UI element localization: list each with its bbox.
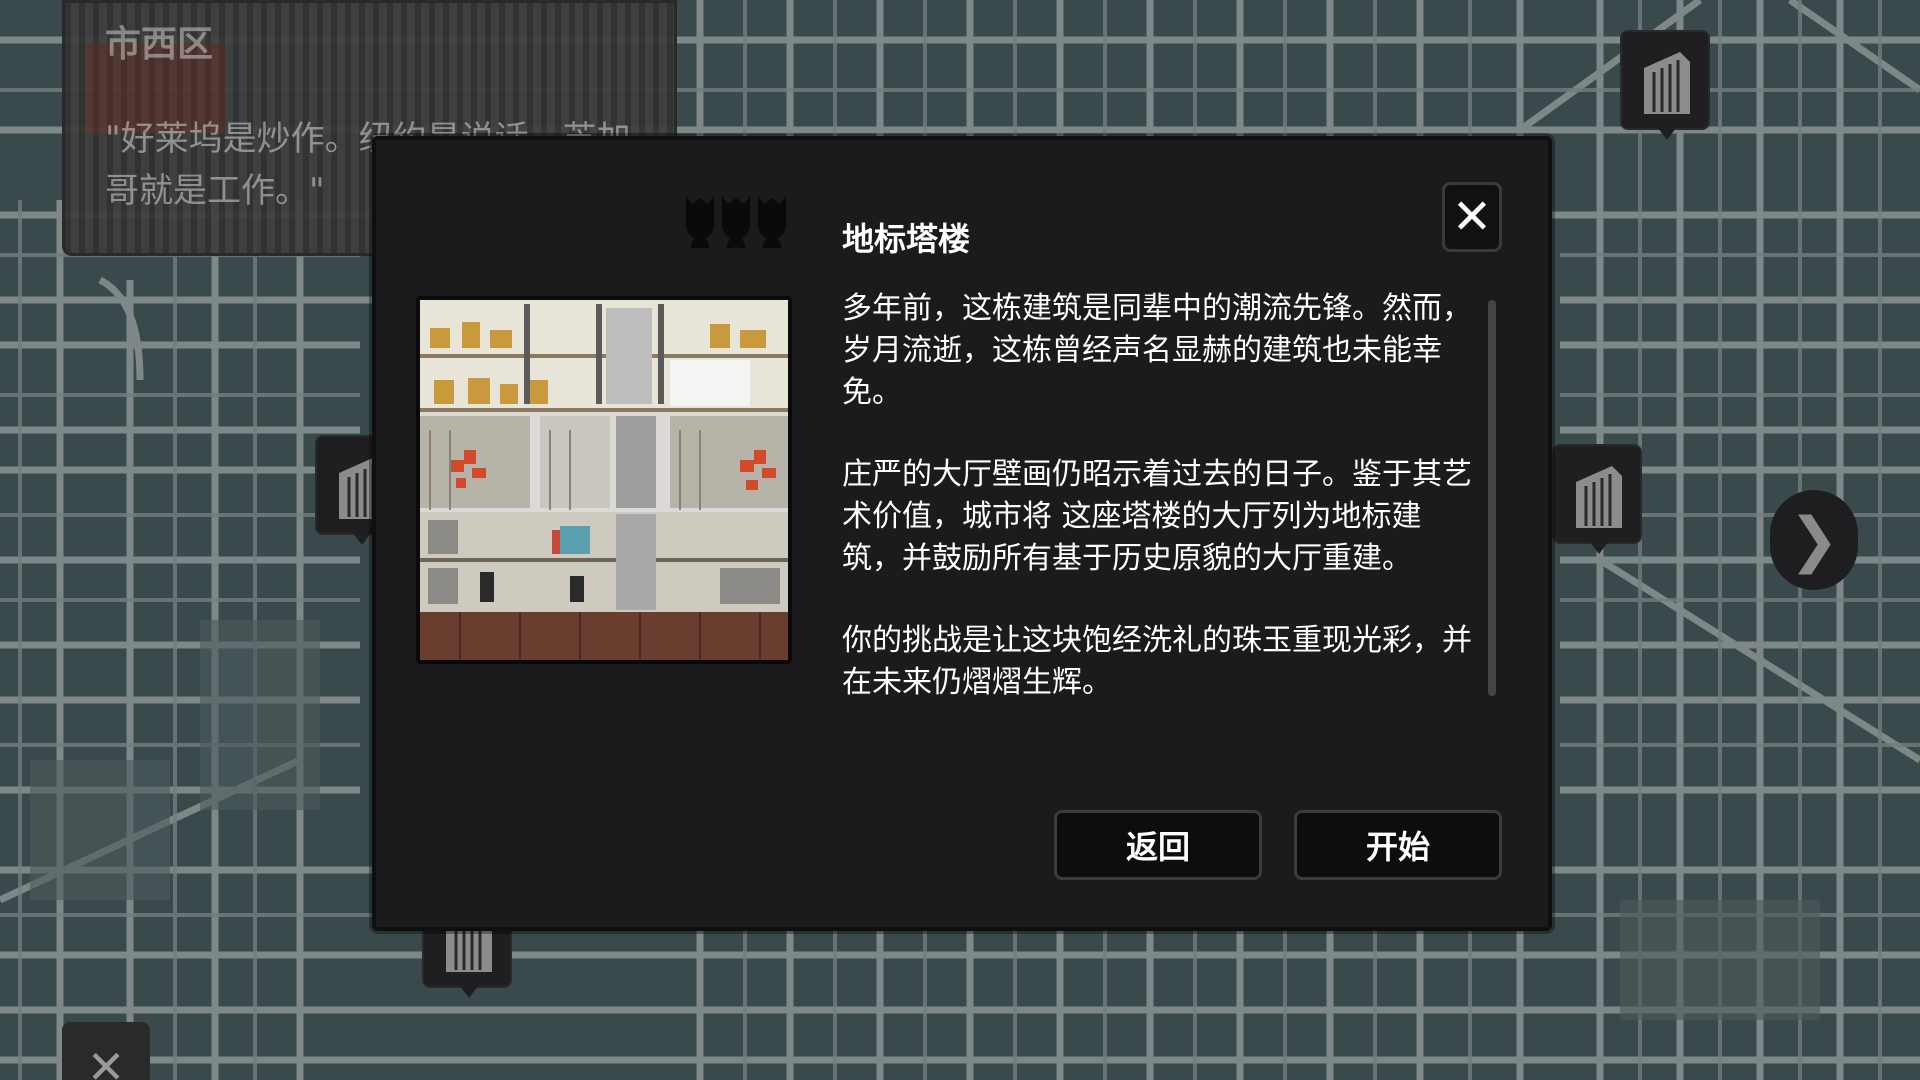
dialog-title: 地标塔楼 — [842, 220, 971, 258]
scenario-dialog: 地标塔楼 ✕ 多年前，这栋建筑是同辈中的潮流先锋。然而，岁月流逝，这栋曾经声名显… — [372, 136, 1552, 931]
pawn-icon — [758, 196, 786, 248]
scenario-description: 多年前，这栋建筑是同辈中的潮流先锋。然而，岁月流逝，这栋曾经声名显赫的建筑也未能… — [842, 288, 1478, 700]
building-icon — [1576, 466, 1622, 528]
close-icon: ✕ — [86, 1040, 126, 1080]
close-icon: ✕ — [1451, 189, 1493, 245]
scrollbar-thumb[interactable] — [1488, 300, 1496, 696]
dialog-close-button[interactable]: ✕ — [1442, 182, 1502, 252]
chevron-right-icon: ❯ — [1788, 505, 1840, 575]
next-district-arrow[interactable]: ❯ — [1770, 490, 1858, 590]
description-paragraph: 多年前，这栋建筑是同辈中的潮流先锋。然而，岁月流逝，这栋曾经声名显赫的建筑也未能… — [842, 291, 1472, 410]
district-name: 市西区 — [105, 24, 214, 65]
description-paragraph: 你的挑战是让这块饱经洗礼的珠玉重现光彩，并在未来仍熠熠生辉。 — [842, 623, 1472, 700]
map-building-pin[interactable] — [1552, 444, 1642, 554]
map-building-pin[interactable] — [1620, 30, 1710, 140]
description-paragraph: 庄严的大厅壁画仍昭示着过去的日子。鉴于其艺术价值，城市将 这座塔楼的大厅列为地标… — [842, 457, 1472, 576]
pawn-icon — [722, 196, 750, 248]
difficulty-rating — [684, 194, 788, 250]
building-preview-image — [416, 296, 792, 664]
start-button[interactable]: 开始 — [1294, 810, 1502, 880]
map-close-button[interactable]: ✕ — [62, 1022, 150, 1080]
building-icon — [1644, 52, 1690, 114]
back-button[interactable]: 返回 — [1054, 810, 1262, 880]
pawn-icon — [686, 196, 714, 248]
description-scrollbar[interactable] — [1488, 300, 1496, 696]
